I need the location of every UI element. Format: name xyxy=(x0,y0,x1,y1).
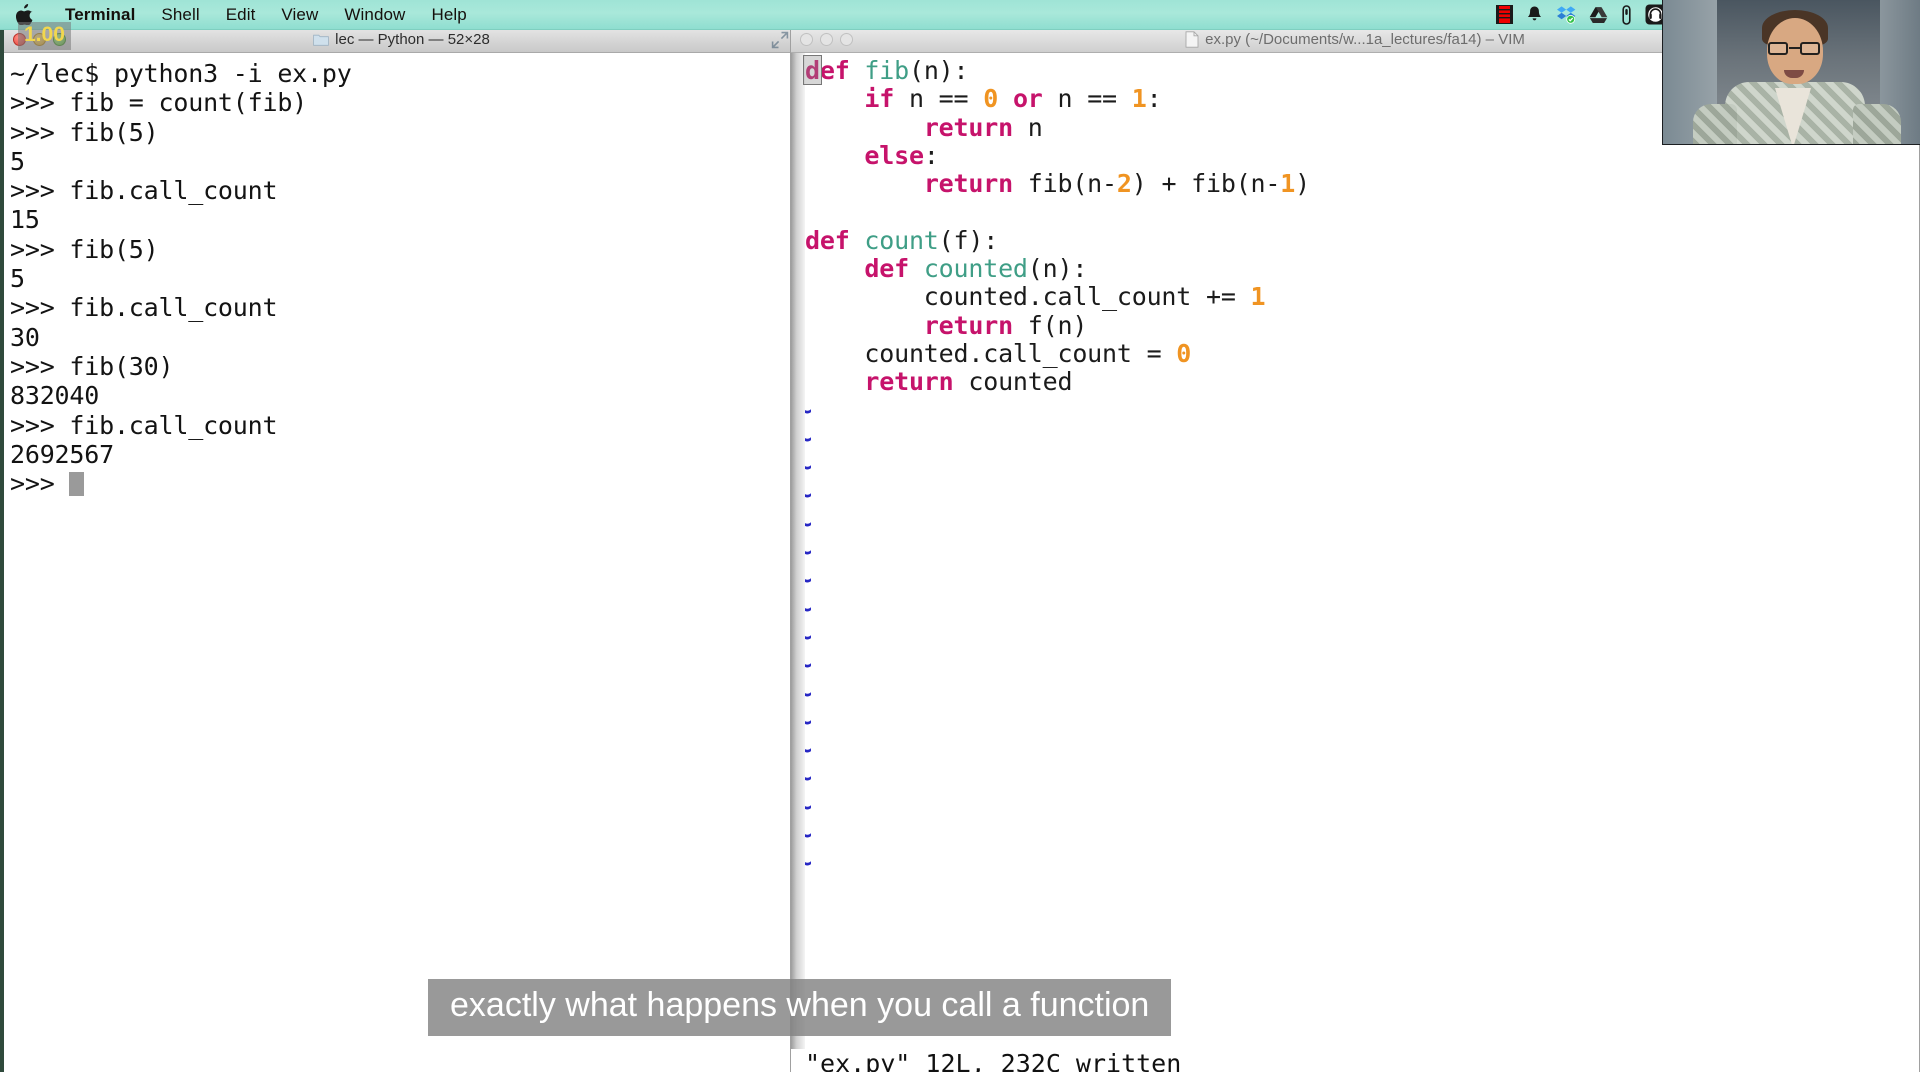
vim-empty-line-marker: ~ xyxy=(791,595,1919,623)
folder-icon xyxy=(313,33,329,46)
terminal-title-bar[interactable]: lec — Python — 52×28 xyxy=(4,26,799,53)
terminal-line: 5 xyxy=(10,147,799,176)
menu-item-window[interactable]: Window xyxy=(331,0,418,30)
terminal-line: >>> fib.call_count xyxy=(10,411,799,440)
menu-item-edit[interactable]: Edit xyxy=(213,0,269,30)
terminal-line: 30 xyxy=(10,323,799,352)
terminal-prompt-line: >>> xyxy=(10,469,799,498)
terminal-line: 15 xyxy=(10,205,799,234)
webcam-glasses-bridge xyxy=(1789,47,1800,49)
vim-code-line: def count(f): xyxy=(791,227,1919,255)
webcam-glasses-right xyxy=(1800,42,1820,55)
vim-empty-line-marker: ~ xyxy=(791,849,1919,877)
webcam-person-arm-right xyxy=(1853,104,1901,145)
terminal-line: 2692567 xyxy=(10,440,799,469)
vim-gutter-bar xyxy=(791,53,805,1079)
terminal-title-label: lec — Python — 52×28 xyxy=(335,31,490,48)
terminal-line: 5 xyxy=(10,264,799,293)
presenter-video-overlay[interactable] xyxy=(1662,0,1920,145)
vim-empty-line-marker: ~ xyxy=(791,736,1919,764)
webcam-person-arm-left xyxy=(1693,104,1737,145)
menu-item-help[interactable]: Help xyxy=(418,0,479,30)
vim-empty-line-marker: ~ xyxy=(791,623,1919,651)
vim-code-line: return fib(n-2) + fib(n-1) xyxy=(791,170,1919,198)
vim-code-line: return counted xyxy=(791,368,1919,396)
terminal-line: >>> fib.call_count xyxy=(10,293,799,322)
terminal-line: ~/lec$ python3 -i ex.py xyxy=(10,59,799,88)
vim-code-line: return f(n) xyxy=(791,312,1919,340)
webcam-glasses-left xyxy=(1768,42,1788,55)
terminal-line: >>> fib.call_count xyxy=(10,176,799,205)
vim-code-line xyxy=(791,198,1919,226)
resize-arrows-icon[interactable] xyxy=(771,31,789,49)
vim-empty-line-marker: ~ xyxy=(791,538,1919,566)
terminal-cursor xyxy=(69,472,84,496)
terminal-output-area[interactable]: ~/lec$ python3 -i ex.py >>> fib = count(… xyxy=(4,53,799,1079)
bottom-white-strip xyxy=(0,1072,1920,1080)
menu-bar-left-group: Terminal Shell Edit View Window Help xyxy=(0,0,480,30)
vim-empty-line-marker: ~ xyxy=(791,708,1919,736)
vim-empty-line-marker: ~ xyxy=(791,510,1919,538)
screen-root: Terminal Shell Edit View Window Help xyxy=(0,0,1920,1080)
caption-subtitle: exactly what happens when you call a fun… xyxy=(428,979,1171,1036)
macos-menu-bar: Terminal Shell Edit View Window Help xyxy=(0,0,1920,30)
usb-drive-icon[interactable] xyxy=(1621,0,1632,30)
vim-empty-lines-group: ~~~~~~~~~~~~~~~~~ xyxy=(791,397,1919,878)
vim-code-line: def counted(n): xyxy=(791,255,1919,283)
vim-code-line: counted.call_count += 1 xyxy=(791,283,1919,311)
vim-empty-line-marker: ~ xyxy=(791,397,1919,425)
terminal-window[interactable]: lec — Python — 52×28 ~/lec$ python3 -i e… xyxy=(0,25,800,1080)
vim-code-line: else: xyxy=(791,142,1919,170)
google-drive-icon[interactable] xyxy=(1589,0,1608,30)
vim-cursor: d xyxy=(805,57,820,85)
document-icon xyxy=(1185,31,1199,48)
vim-empty-line-marker: ~ xyxy=(791,764,1919,792)
screen-recorder-icon[interactable] xyxy=(1496,0,1513,30)
vim-empty-line-marker: ~ xyxy=(791,651,1919,679)
terminal-prompt-label: >>> xyxy=(10,469,69,498)
recording-timer-badge: 1.00 xyxy=(18,22,71,50)
terminal-line: >>> fib(5) xyxy=(10,235,799,264)
menu-item-shell[interactable]: Shell xyxy=(148,0,212,30)
vim-empty-line-marker: ~ xyxy=(791,680,1919,708)
terminal-line: >>> fib = count(fib) xyxy=(10,88,799,117)
menu-item-view[interactable]: View xyxy=(268,0,331,30)
vim-editor-area[interactable]: def fib(n): if n == 0 or n == 1: return … xyxy=(791,53,1919,1079)
vim-empty-line-marker: ~ xyxy=(791,821,1919,849)
terminal-line: >>> fib(5) xyxy=(10,118,799,147)
vim-title-label: ex.py (~/Documents/w...1a_lectures/fa14)… xyxy=(1205,31,1525,48)
vim-code-line: counted.call_count = 0 xyxy=(791,340,1919,368)
vim-empty-line-marker: ~ xyxy=(791,453,1919,481)
terminal-line: 832040 xyxy=(10,381,799,410)
vim-empty-line-marker: ~ xyxy=(791,481,1919,509)
terminal-title-group: lec — Python — 52×28 xyxy=(4,31,799,48)
vim-empty-line-marker: ~ xyxy=(791,793,1919,821)
vim-window[interactable]: ex.py (~/Documents/w...1a_lectures/fa14)… xyxy=(790,25,1920,1080)
vim-empty-line-marker: ~ xyxy=(791,566,1919,594)
terminal-line: >>> fib(30) xyxy=(10,352,799,381)
dropbox-sync-icon[interactable] xyxy=(1556,0,1576,30)
vim-empty-line-marker: ~ xyxy=(791,425,1919,453)
bell-icon[interactable] xyxy=(1526,0,1543,30)
